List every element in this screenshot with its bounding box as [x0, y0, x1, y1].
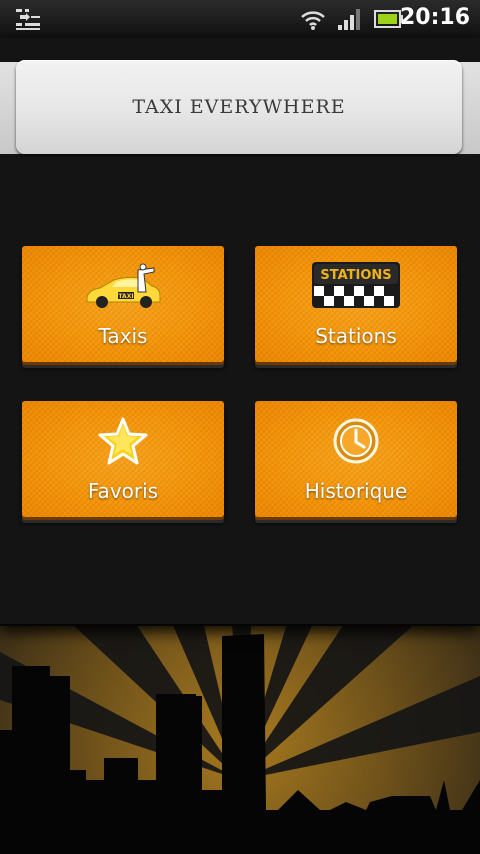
stations-sign-text: STATIONS: [320, 268, 391, 283]
status-clock: 20:16: [399, 5, 470, 30]
star-icon: [98, 417, 148, 465]
historique-label: Historique: [304, 479, 408, 503]
title-card: TAXI EVERYWHERE: [16, 60, 462, 154]
taxis-button[interactable]: TAXI Taxis: [22, 246, 224, 362]
signal-icon: [338, 9, 360, 30]
historique-button[interactable]: Historique: [255, 401, 457, 517]
notification-list-icon[interactable]: [16, 8, 40, 30]
stations-button[interactable]: STATIONS Stations: [255, 246, 457, 362]
svg-text:TAXI: TAXI: [118, 293, 133, 300]
favoris-label: Favoris: [87, 479, 159, 503]
taxis-label: Taxis: [98, 324, 148, 348]
wifi-icon: [301, 11, 325, 30]
stations-sign-icon: STATIONS: [312, 262, 400, 308]
status-bar: 20:16: [0, 0, 480, 38]
main-menu-panel: TAXI EVERYWHERE TAXI Taxis STATIONS Stat…: [0, 38, 480, 626]
app-screen: 20:16 TAXI EVERYWHERE TAXI Taxis STATION…: [0, 0, 480, 854]
stations-label: Stations: [315, 324, 397, 348]
app-title: TAXI EVERYWHERE: [132, 96, 346, 118]
clock-icon: [333, 418, 379, 464]
taxi-car-icon: TAXI: [86, 263, 161, 308]
favoris-button[interactable]: Favoris: [22, 401, 224, 517]
